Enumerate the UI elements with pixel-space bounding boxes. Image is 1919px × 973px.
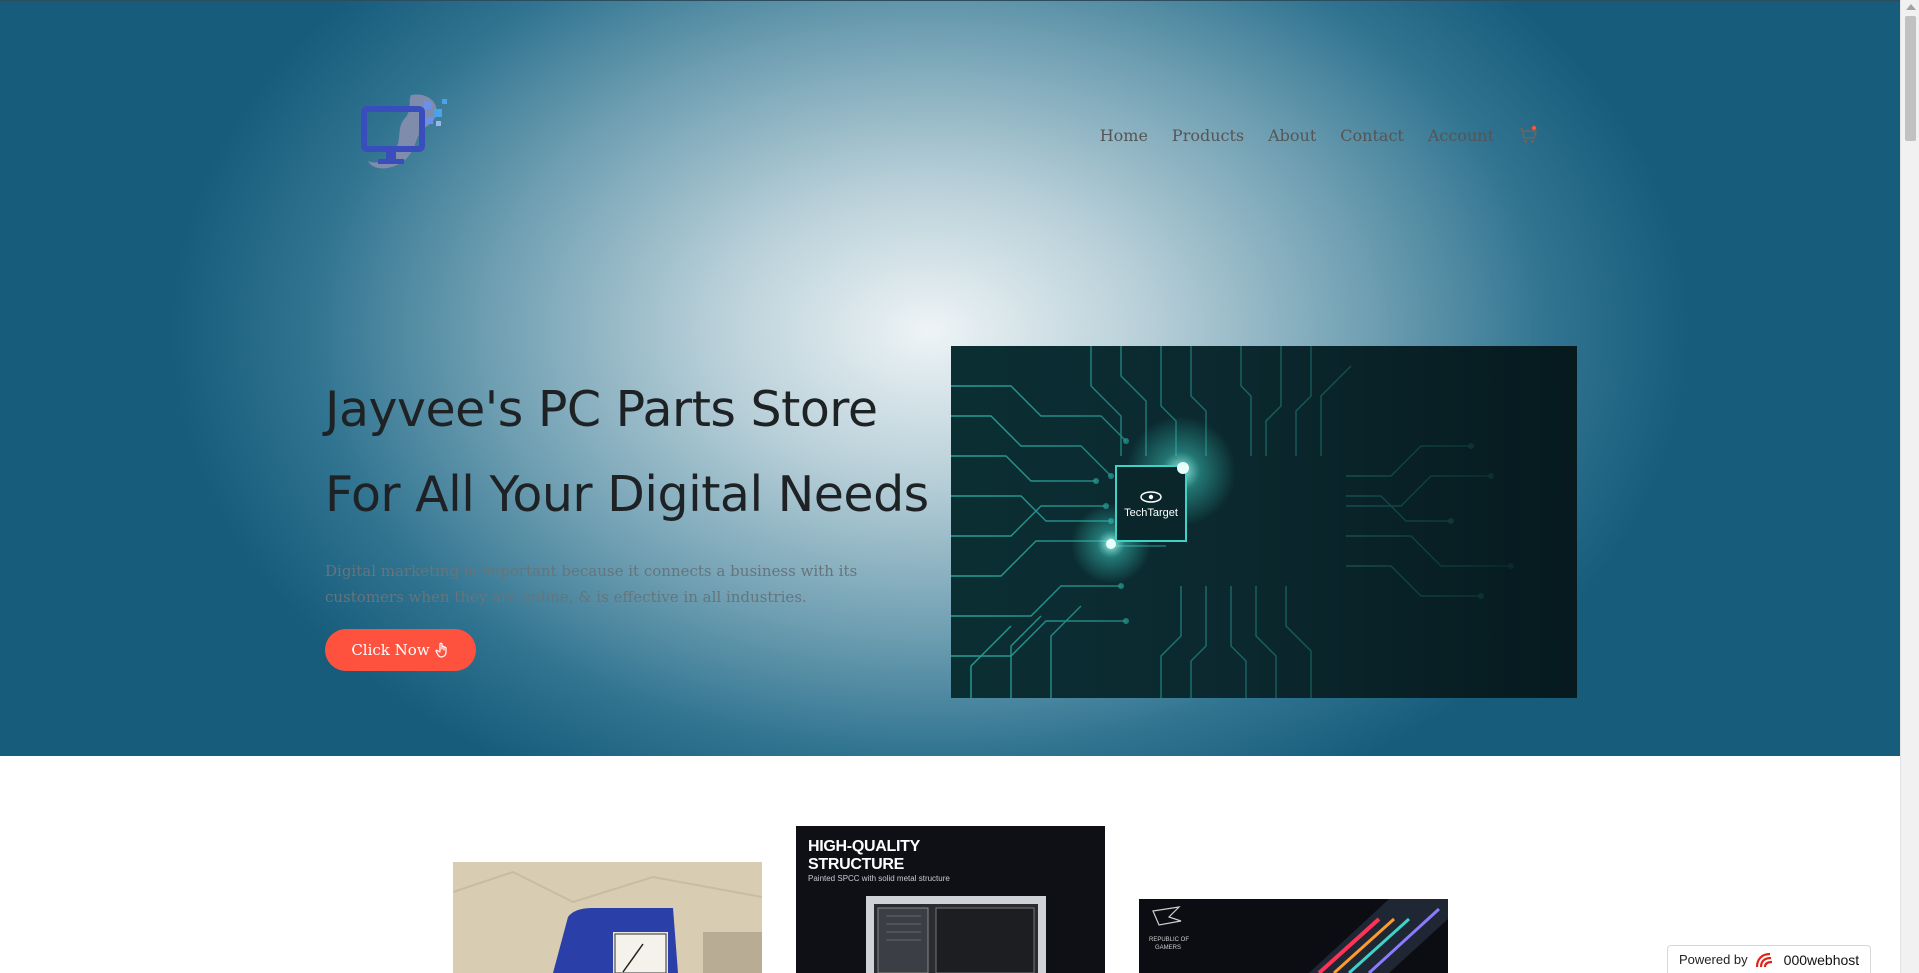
nav-contact[interactable]: Contact bbox=[1340, 126, 1404, 145]
vertical-scrollbar[interactable] bbox=[1900, 0, 1919, 973]
webhost-brand: 000webhost bbox=[1783, 951, 1860, 968]
voltage-regulator-image bbox=[453, 862, 762, 973]
circuit-illustration: TechTarget bbox=[951, 346, 1577, 698]
pc-case-subtitle: Painted SPCC with solid metal structure bbox=[808, 874, 950, 883]
main-nav: Home Products About Contact Account bbox=[1100, 125, 1538, 145]
pc-case-headline-line2: STRUCTURE bbox=[808, 856, 904, 873]
cart-icon[interactable] bbox=[1518, 125, 1538, 145]
click-now-button[interactable]: Click Now bbox=[325, 629, 476, 671]
nav-home[interactable]: Home bbox=[1100, 126, 1148, 145]
nav-products[interactable]: Products bbox=[1172, 126, 1244, 145]
hero-image: TechTarget bbox=[951, 346, 1577, 698]
rog-brand-line2: GAMERS bbox=[1155, 945, 1181, 951]
hand-pointer-icon bbox=[435, 642, 447, 658]
scroll-thumb[interactable] bbox=[1905, 16, 1916, 141]
hero-text: Jayvee's PC Parts Store For All Your Dig… bbox=[325, 367, 945, 610]
site-logo[interactable] bbox=[356, 87, 456, 182]
nav-account[interactable]: Account bbox=[1428, 126, 1494, 145]
powered-by-label: Powered by bbox=[1679, 952, 1748, 967]
hero-title: Jayvee's PC Parts Store For All Your Dig… bbox=[325, 367, 945, 537]
hero-description: Digital marketing is important because i… bbox=[325, 562, 858, 606]
product-card-pc-case[interactable]: HIGH-QUALITY STRUCTURE Painted SPCC with… bbox=[796, 826, 1105, 973]
graphics-card-image: REPUBLIC OF GAMERS bbox=[1139, 899, 1448, 973]
powered-by-badge[interactable]: Powered by 000webhost bbox=[1667, 945, 1871, 973]
pc-case-headline-line1: HIGH-QUALITY bbox=[808, 838, 920, 855]
webhost-logo-icon bbox=[1755, 952, 1772, 967]
pc-case-headline: HIGH-QUALITY STRUCTURE bbox=[808, 838, 920, 874]
nav-about[interactable]: About bbox=[1268, 126, 1316, 145]
click-now-label: Click Now bbox=[351, 641, 430, 659]
hero-title-line1: Jayvee's PC Parts Store bbox=[325, 381, 878, 438]
scroll-up-arrow-icon[interactable] bbox=[1906, 4, 1916, 10]
rog-brand-line1: REPUBLIC OF bbox=[1149, 937, 1189, 943]
techtarget-logo-text: TechTarget bbox=[1124, 507, 1178, 519]
hero-section: Home Products About Contact Account Jayv… bbox=[0, 0, 1900, 756]
product-card-graphics-card[interactable]: REPUBLIC OF GAMERS bbox=[1139, 899, 1448, 973]
product-card-voltage-regulator[interactable] bbox=[453, 862, 762, 973]
hero-title-line2: For All Your Digital Needs bbox=[325, 466, 929, 523]
